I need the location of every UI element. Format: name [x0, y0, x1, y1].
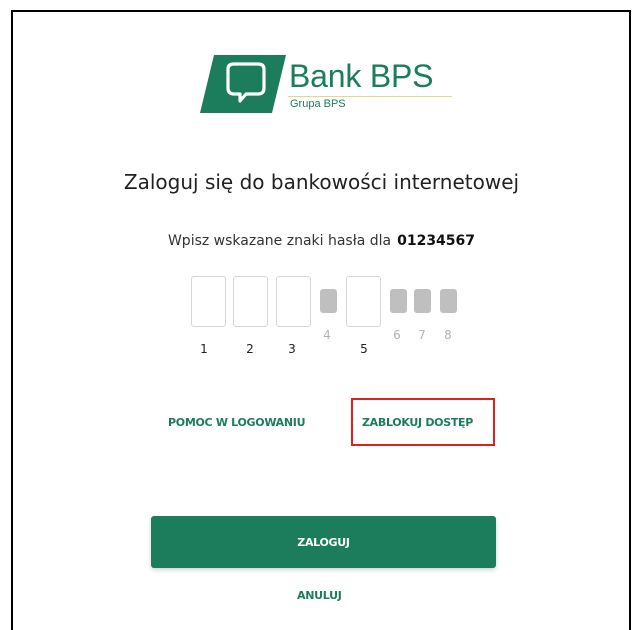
block-access-highlight: [351, 398, 495, 446]
bank-logo: Bank BPS Grupa BPS: [200, 53, 460, 121]
password-position-label: 2: [246, 342, 254, 356]
client-number: 01234567: [397, 233, 476, 249]
password-position-label: 7: [418, 328, 426, 342]
password-position-label: 8: [444, 328, 452, 342]
password-char-input[interactable]: [191, 276, 226, 327]
password-position-label: 6: [393, 328, 401, 342]
password-position-label: 1: [200, 342, 208, 356]
brand-divider: [288, 96, 452, 97]
login-help-link[interactable]: POMOC W LOGOWANIU: [168, 416, 306, 429]
brand-name: Bank BPS: [289, 58, 434, 94]
bank-bps-logo-icon: [200, 55, 286, 113]
password-char-disabled: [390, 289, 407, 313]
cancel-link[interactable]: ANULUJ: [297, 589, 342, 602]
login-button[interactable]: ZALOGUJ: [151, 516, 496, 568]
password-char-disabled: [320, 289, 337, 313]
brand-subtitle: Grupa BPS: [290, 98, 346, 110]
password-position-label: 4: [323, 328, 331, 342]
password-char-input[interactable]: [233, 276, 268, 327]
password-position-label: 5: [360, 342, 368, 356]
password-char-input[interactable]: [346, 276, 381, 327]
password-char-disabled: [414, 289, 431, 313]
password-char-disabled: [440, 289, 457, 313]
instruction-text: Wpisz wskazane znaki hasła dla: [167, 233, 392, 249]
password-position-label: 3: [288, 342, 296, 356]
password-instruction: Wpisz wskazane znaki hasła dla 01234567: [0, 233, 643, 249]
password-char-input[interactable]: [276, 276, 311, 327]
page-title: Zaloguj się do bankowości internetowej: [123, 170, 520, 194]
